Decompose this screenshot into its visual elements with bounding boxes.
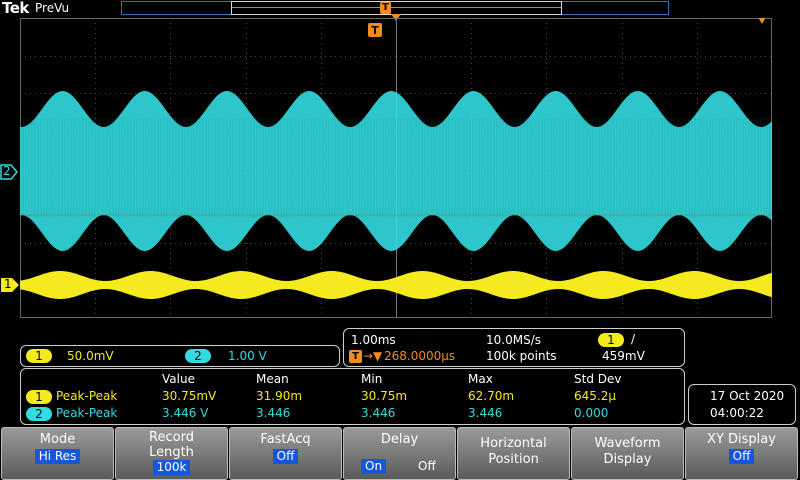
- trigger-delay-icon: T: [349, 350, 362, 363]
- softkey-delay[interactable]: Delay On Off: [343, 427, 456, 480]
- meas-header-value: Value: [162, 372, 195, 386]
- trigger-source-badge: 1: [598, 333, 624, 347]
- meas-ch2-max: 3.446: [468, 406, 503, 420]
- ch1-scale: 50.0mV: [67, 349, 114, 363]
- softkey-fastacq[interactable]: FastAcq Off: [229, 427, 342, 480]
- record-points: 100k points: [486, 349, 557, 363]
- trigger-position-icon[interactable]: T: [380, 2, 391, 14]
- date-display: 17 Oct 2020: [710, 389, 785, 403]
- softkey-waveform-display-label: Waveform Display: [594, 436, 661, 467]
- meas-ch1-value: 30.75mV: [162, 389, 217, 403]
- softkey-xy-display-value: Off: [728, 449, 755, 464]
- softkey-mode-label: Mode: [39, 432, 76, 447]
- meas-ch1-stddev: 645.2µ: [574, 389, 616, 403]
- meas-ch1-max: 62.70m: [468, 389, 515, 403]
- meas-ch2-mean: 3.446: [256, 406, 291, 420]
- time-per-div: 1.00ms: [351, 333, 396, 347]
- record-view-line: [232, 7, 561, 8]
- meas-ch1-mean: 31.90m: [256, 389, 303, 403]
- horizontal-readout-panel[interactable]: 1.00ms 10.0MS/s 1 / T →▼ 268.0000µs 100k…: [343, 328, 685, 367]
- softkey-record-length-label: Record Length: [149, 430, 194, 460]
- softkey-mode[interactable]: Mode Hi Res: [1, 427, 114, 480]
- delay-arrow-icon: →▼: [363, 349, 383, 363]
- datetime-panel[interactable]: 17 Oct 2020 04:00:22: [688, 384, 796, 425]
- ch2-ground-marker[interactable]: 2: [0, 164, 18, 180]
- trigger-slope-icon: /: [631, 332, 636, 346]
- measurements-panel[interactable]: Value Mean Min Max Std Dev 1 Peak-Peak 3…: [20, 368, 685, 425]
- meas-ch1-badge: 1: [26, 390, 52, 404]
- trigger-delay: 268.0000µs: [384, 349, 456, 363]
- meas-ch1-name: Peak-Peak: [56, 389, 118, 403]
- ch1-marker-label: 1: [4, 277, 12, 291]
- ch1-ground-marker[interactable]: 1: [0, 277, 20, 293]
- meas-ch2-min: 3.446: [361, 406, 396, 420]
- softkey-xy-display-label: XY Display: [707, 432, 776, 447]
- acquisition-state: PreVu: [35, 1, 70, 15]
- softkey-fastacq-value: Off: [272, 449, 299, 464]
- trigger-level: 459mV: [602, 349, 645, 363]
- ch2-scale: 1.00 V: [228, 349, 267, 363]
- softkey-waveform-display[interactable]: Waveform Display: [571, 427, 684, 480]
- waveform-graticule: T: [20, 18, 772, 318]
- softkey-fastacq-label: FastAcq: [260, 432, 311, 447]
- softkey-delay-off[interactable]: Off: [418, 459, 436, 473]
- meas-header-mean: Mean: [256, 372, 289, 386]
- softkey-mode-value: Hi Res: [34, 449, 81, 464]
- channel-scale-panel[interactable]: 1 50.0mV 2 1.00 V: [20, 345, 340, 367]
- sample-rate: 10.0MS/s: [486, 333, 541, 347]
- meas-ch2-badge: 2: [26, 407, 52, 421]
- time-display: 04:00:22: [710, 406, 764, 420]
- record-view-window[interactable]: [231, 1, 562, 15]
- softkey-record-length[interactable]: Record Length 100k: [115, 427, 228, 480]
- ch1-scale-badge[interactable]: 1: [26, 349, 52, 363]
- meas-ch2-stddev: 0.000: [574, 406, 609, 420]
- meas-header-max: Max: [468, 372, 493, 386]
- ch2-scale-badge[interactable]: 2: [185, 349, 211, 363]
- trigger-level-arrow-icon: [758, 18, 766, 24]
- softkey-record-length-value: 100k: [152, 460, 191, 475]
- meas-ch2-value: 3.446 V: [162, 406, 209, 420]
- meas-ch1-min: 30.75m: [361, 389, 408, 403]
- meas-header-stddev: Std Dev: [574, 372, 622, 386]
- softkey-horizontal-position[interactable]: Horizontal Position: [457, 427, 570, 480]
- meas-header-min: Min: [361, 372, 383, 386]
- softkey-horizontal-position-label: Horizontal Position: [480, 436, 547, 467]
- ch2-marker-label: 2: [3, 164, 11, 178]
- softkey-xy-display[interactable]: XY Display Off: [685, 427, 798, 480]
- meas-ch2-name: Peak-Peak: [56, 406, 118, 420]
- softkey-delay-on[interactable]: On: [361, 459, 387, 474]
- ch2-waveform: [20, 91, 772, 251]
- brand-logo: Tek: [2, 0, 29, 17]
- softkey-delay-label: Delay: [380, 432, 419, 447]
- svg-text:T: T: [371, 24, 379, 37]
